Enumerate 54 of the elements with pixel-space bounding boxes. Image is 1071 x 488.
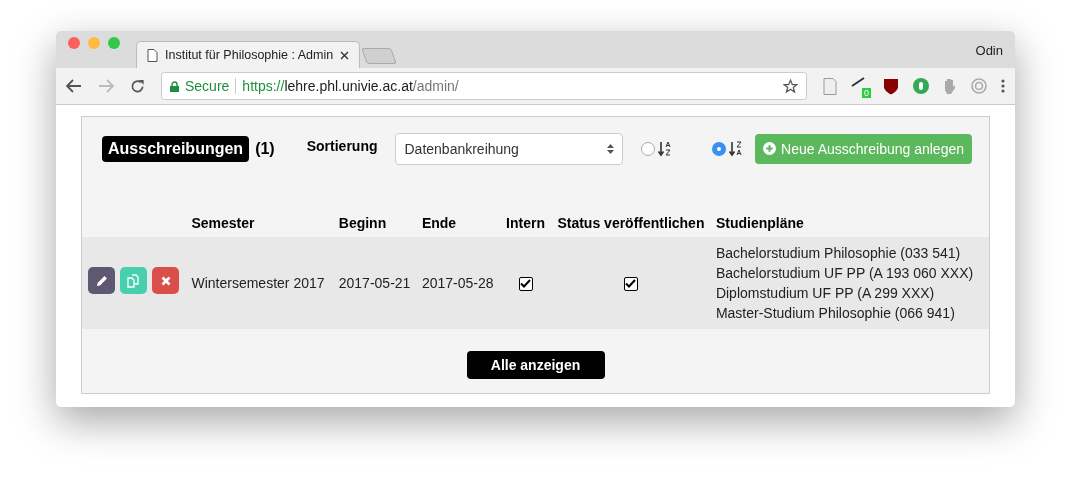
close-icon	[160, 275, 171, 286]
sort-ascending-icon	[658, 140, 673, 157]
pencil-icon	[95, 274, 108, 287]
checkbox[interactable]	[518, 276, 533, 291]
browser-tab[interactable]: Institut für Philosophie : Admin	[136, 41, 361, 68]
table-cell: 2017-05-21	[338, 275, 411, 291]
back-icon[interactable]	[66, 79, 82, 93]
show-all-button[interactable]: Alle anzeigen	[466, 351, 605, 379]
star-icon[interactable]	[783, 78, 798, 94]
sync-icon[interactable]	[971, 78, 987, 94]
radio-button[interactable]	[712, 141, 727, 156]
study-plan: Bachelorstudium UF PP (A 193 060 XXX)	[715, 264, 975, 283]
study-plan: Diplomstudium UF PP (A 299 XXX)	[715, 284, 936, 303]
sort-select[interactable]: Datenbankreihung	[395, 132, 624, 165]
delete-button[interactable]	[152, 267, 179, 294]
dropdown-arrows-icon	[607, 142, 615, 155]
copy-icon	[126, 273, 141, 288]
count-label: (1)	[255, 139, 275, 158]
circle-icon[interactable]	[913, 78, 929, 94]
forward-icon[interactable]	[98, 79, 114, 93]
checkbox[interactable]	[623, 276, 638, 291]
column-header: Ende	[421, 215, 457, 231]
column-header: Beginn	[338, 215, 387, 231]
document-icon	[147, 48, 158, 62]
url-text: https://lehre.phl.univie.ac.at/admin/	[242, 78, 459, 94]
extension-badge: 0	[862, 88, 871, 98]
tab-title: Institut für Philosophie : Admin	[165, 48, 334, 62]
plus-icon	[763, 142, 777, 155]
reload-icon[interactable]	[130, 78, 145, 94]
column-header: Semester	[191, 215, 255, 231]
table-cell: Wintersemester 2017	[191, 275, 325, 291]
study-plan: Bachelorstudium Philosophie (033 541)	[715, 244, 962, 263]
column-header: Intern	[506, 215, 545, 231]
shield-icon[interactable]	[883, 77, 899, 95]
study-plan: Master-Studium Philosophie (066 941)	[715, 304, 956, 323]
sort-descending-icon	[729, 140, 744, 157]
lock-icon	[170, 80, 179, 92]
radio-button[interactable]	[641, 141, 656, 156]
new-tab-button[interactable]	[361, 48, 398, 64]
hand-icon[interactable]	[943, 78, 957, 94]
page-icon[interactable]	[823, 77, 837, 95]
column-header: Studienpläne	[715, 215, 804, 231]
edit-button[interactable]	[88, 267, 115, 294]
section-title: Ausschreibungen	[102, 135, 250, 162]
close-icon[interactable]	[340, 50, 350, 60]
copy-button[interactable]	[120, 267, 147, 294]
secure-label: Secure	[185, 78, 230, 94]
address-bar[interactable]: Secure https://lehre.phl.univie.ac.at/admin/	[161, 72, 807, 100]
sort-label: Sortierung	[306, 138, 378, 154]
menu-icon[interactable]	[1001, 79, 1005, 93]
zoom-icon[interactable]	[108, 37, 120, 49]
table-cell: 2017-05-28	[421, 275, 494, 291]
profile-name[interactable]: Odin	[975, 43, 1003, 58]
column-header: Status veröffentlichen	[557, 215, 705, 231]
